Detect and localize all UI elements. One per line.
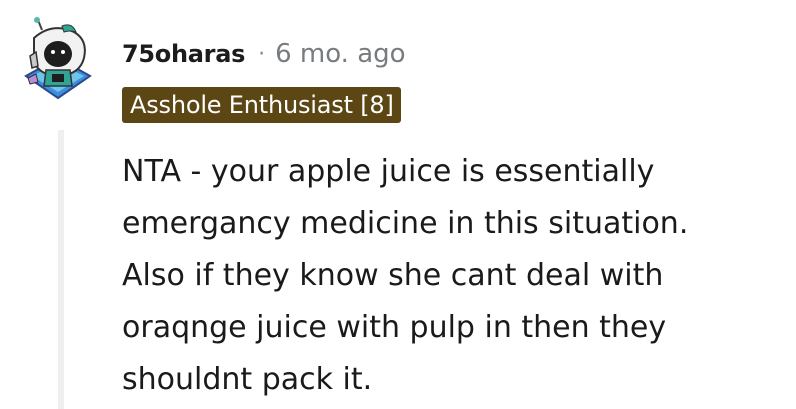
comment-body-line: Also if they know she cant deal with: [122, 258, 664, 293]
comment-meta: 75oharas · 6 mo. ago: [122, 36, 406, 72]
thread-collapse-line[interactable]: [58, 130, 64, 409]
comment-body-line: NTA - your apple juice is essentially: [122, 154, 655, 189]
comment-body-line: oraqnge juice with pulp in then they: [122, 310, 667, 345]
user-avatar[interactable]: [22, 16, 94, 106]
user-flair-badge: Asshole Enthusiast [8]: [122, 87, 401, 123]
comment: 75oharas · 6 mo. ago Asshole Enthusiast …: [0, 0, 796, 409]
comment-body-line: emergancy medicine in this situation.: [122, 206, 689, 241]
comment-timestamp[interactable]: 6 mo. ago: [275, 39, 405, 69]
comment-body: NTA - your apple juice is essentially em…: [122, 146, 762, 406]
username-link[interactable]: 75oharas: [122, 40, 245, 68]
meta-separator: ·: [258, 41, 266, 67]
comment-body-line: shouldnt pack it.: [122, 362, 373, 397]
snoo-avatar-icon: [24, 17, 92, 100]
